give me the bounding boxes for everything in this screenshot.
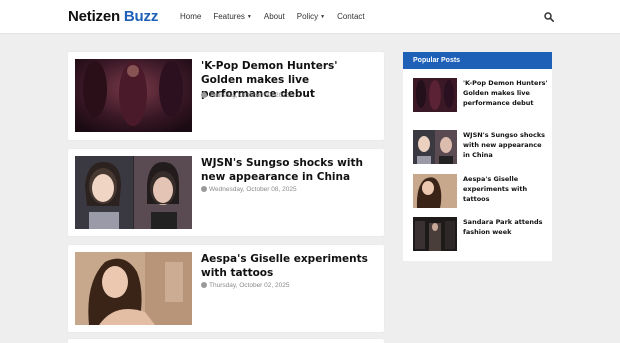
post-date-text: Thursday, October 09, 2025 [209, 92, 290, 99]
post-card[interactable] [68, 339, 384, 343]
clock-icon [201, 282, 207, 288]
popular-post-thumbnail[interactable] [413, 217, 457, 251]
nav-features[interactable]: Features ▼ [213, 12, 252, 21]
clock-icon [201, 92, 207, 98]
popular-post-title[interactable]: Aespa's Giselle experiments with tattoos [463, 174, 549, 204]
post-card[interactable]: 'K-Pop Demon Hunters' Golden makes live … [68, 52, 384, 140]
nav-home[interactable]: Home [180, 12, 201, 21]
nav-about[interactable]: About [264, 12, 285, 21]
popular-post-thumbnail[interactable] [413, 78, 457, 112]
popular-post-title[interactable]: 'K-Pop Demon Hunters' Golden makes live … [463, 78, 549, 108]
nav-features-label: Features [213, 12, 245, 21]
logo-text-netizen: Netizen [68, 8, 120, 25]
post-date: Thursday, October 02, 2025 [201, 282, 289, 289]
popular-post-item[interactable]: WJSN's Sungso shocks with new appearance… [413, 130, 548, 166]
popular-post-thumbnail[interactable] [413, 174, 457, 208]
nav-policy[interactable]: Policy ▼ [297, 12, 325, 21]
main-nav: Home Features ▼ About Policy ▼ Contact [180, 12, 377, 21]
popular-post-item[interactable]: 'K-Pop Demon Hunters' Golden makes live … [413, 78, 548, 114]
site-logo[interactable]: Netizen Buzz [68, 8, 158, 25]
post-thumbnail[interactable] [75, 156, 192, 229]
post-thumbnail[interactable] [75, 59, 192, 132]
nav-policy-label: Policy [296, 12, 319, 21]
widget-title: Popular Posts [403, 52, 552, 69]
logo-text-buzz: Buzz [123, 8, 159, 25]
post-title[interactable]: Aespa's Giselle experiments with tattoos [201, 252, 379, 280]
post-card[interactable]: WJSN's Sungso shocks with new appearance… [68, 149, 384, 236]
post-date-text: Thursday, October 02, 2025 [209, 282, 290, 289]
popular-posts-widget: Popular Posts 'K-Pop Demon Hunters' Gold… [403, 52, 552, 261]
popular-post-item[interactable]: Sandara Park attends fashion week [413, 217, 548, 253]
nav-contact-label: Contact [337, 12, 365, 21]
popular-post-thumbnail[interactable] [413, 130, 457, 164]
post-date: Thursday, October 09, 2025 [201, 92, 289, 99]
popular-post-item[interactable]: Aespa's Giselle experiments with tattoos [413, 174, 548, 210]
post-date: Wednesday, October 08, 2025 [201, 186, 297, 193]
nav-about-label: About [263, 12, 285, 21]
nav-home-label: Home [180, 12, 202, 21]
search-icon[interactable] [544, 12, 554, 22]
popular-post-title[interactable]: Sandara Park attends fashion week [463, 217, 549, 237]
post-title[interactable]: WJSN's Sungso shocks with new appearance… [201, 156, 379, 184]
post-thumbnail[interactable] [75, 252, 192, 325]
clock-icon [201, 186, 207, 192]
popular-post-title[interactable]: WJSN's Sungso shocks with new appearance… [463, 130, 549, 160]
chevron-down-icon: ▼ [246, 14, 252, 20]
site-header: Netizen Buzz Home Features ▼ About Policy… [0, 0, 620, 34]
chevron-down-icon: ▼ [320, 14, 326, 20]
post-date-text: Wednesday, October 08, 2025 [209, 186, 297, 193]
post-card[interactable]: Aespa's Giselle experiments with tattoos… [68, 245, 384, 332]
nav-contact[interactable]: Contact [337, 12, 365, 21]
